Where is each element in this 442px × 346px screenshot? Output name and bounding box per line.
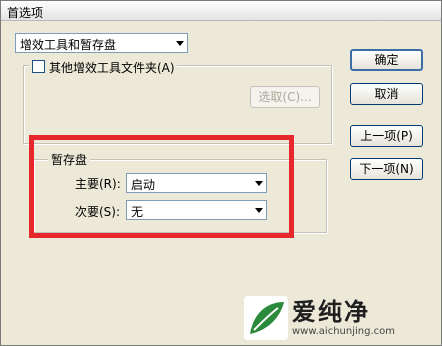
section-dropdown-value: 增效工具和暂存盘 <box>20 38 117 52</box>
next-button[interactable]: 下一项(N) <box>350 158 423 180</box>
plugins-folder-checkbox[interactable] <box>32 60 45 73</box>
section-dropdown[interactable]: 增效工具和暂存盘 <box>15 33 188 53</box>
window-title: 首选项 <box>7 6 44 20</box>
watermark-url: www.aichunjing.com <box>292 326 395 337</box>
watermark-brand: 爱纯净 <box>292 298 370 326</box>
leaf-logo-icon <box>244 296 288 340</box>
chevron-down-icon <box>176 41 184 46</box>
plugins-legend: 其他增效工具文件夹(A) <box>29 58 177 75</box>
choose-button[interactable]: 选取(C)... <box>250 86 320 108</box>
title-bar: 首选项 <box>1 1 441 21</box>
highlight-box <box>29 135 294 238</box>
cancel-button[interactable]: 取消 <box>350 83 423 105</box>
plugins-folder-label: 其他增效工具文件夹(A) <box>49 61 175 75</box>
ok-button[interactable]: 确定 <box>350 49 423 71</box>
prev-button[interactable]: 上一项(P) <box>350 125 423 147</box>
watermark: 爱纯净 www.aichunjing.com <box>242 292 442 346</box>
